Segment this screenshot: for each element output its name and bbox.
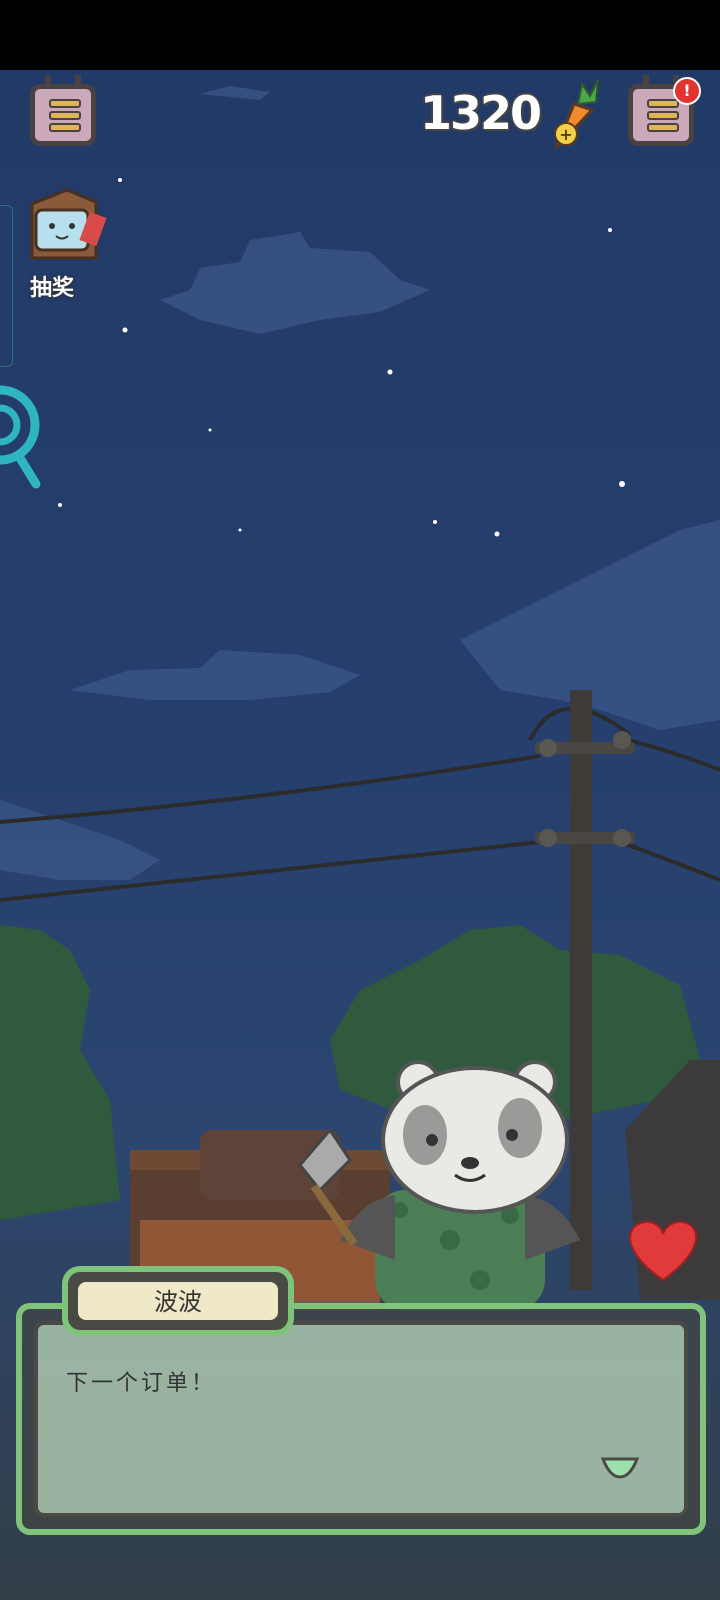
currency-amount: 1320: [420, 86, 542, 140]
dialog-inner: 下一个订单！: [34, 1321, 688, 1517]
stars: [58, 178, 625, 537]
speaker-name-tag: 波波: [62, 1266, 294, 1336]
status-bar: [0, 0, 720, 70]
continue-arrow-icon[interactable]: [600, 1455, 640, 1481]
svg-text:+: +: [559, 125, 572, 144]
dialog-box[interactable]: 下一个订单！: [16, 1303, 706, 1535]
notification-badge: !: [673, 77, 701, 105]
swirl-icon[interactable]: [0, 380, 60, 500]
left-menu-button[interactable]: [30, 75, 96, 146]
right-menu-button[interactable]: !: [628, 75, 701, 146]
carrot-plus-icon[interactable]: +: [538, 76, 608, 156]
lottery-label[interactable]: 抽奖: [30, 270, 74, 302]
lottery-box-icon[interactable]: [22, 184, 112, 274]
speaker-name: 波波: [76, 1280, 280, 1322]
dialog-message: 下一个订单！: [66, 1371, 217, 1396]
side-panel-edge[interactable]: [0, 205, 13, 367]
